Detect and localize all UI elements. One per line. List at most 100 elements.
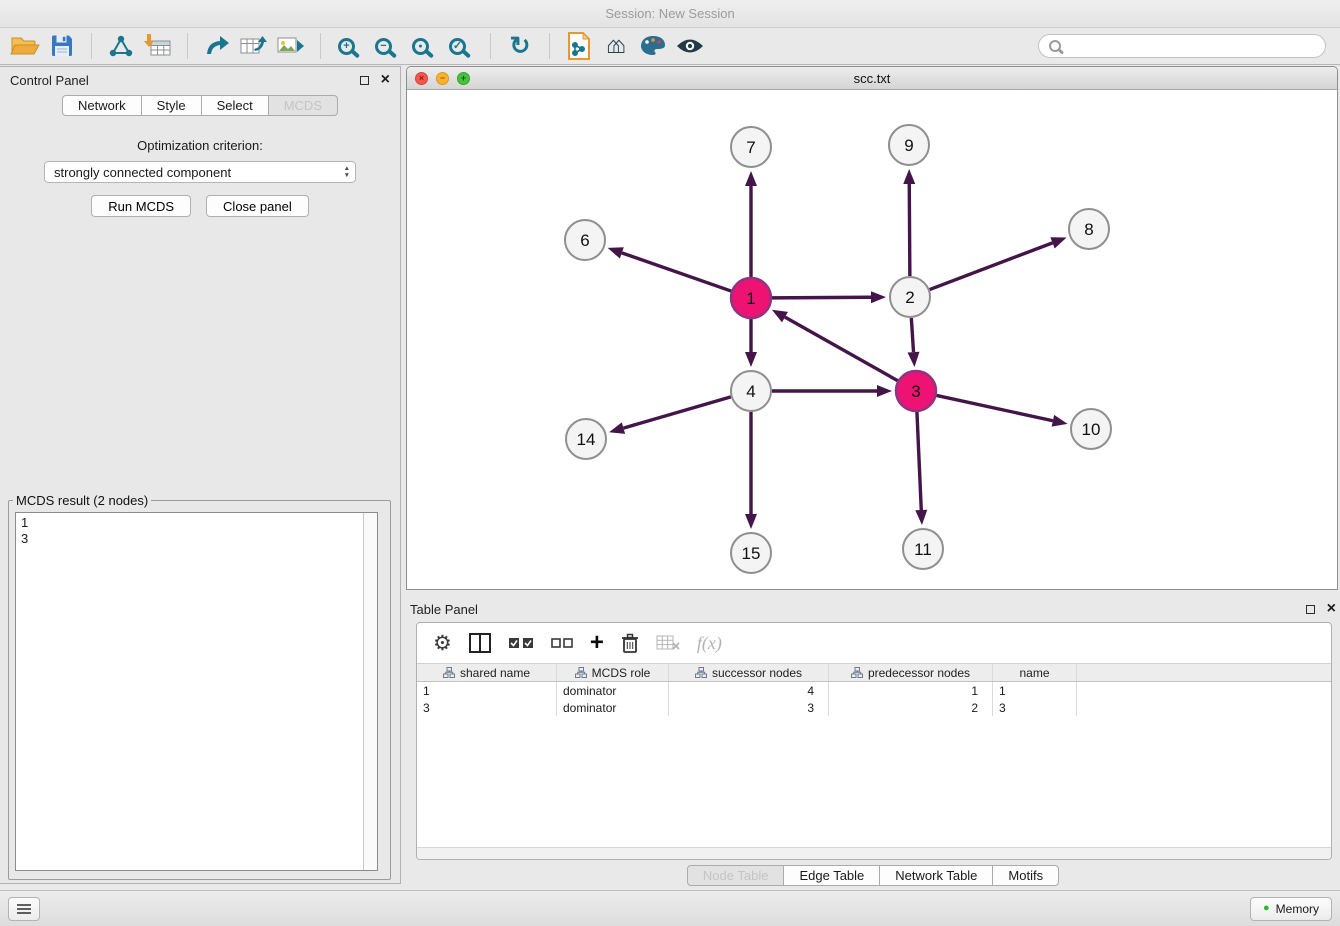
graph-edge-2-8[interactable] (930, 243, 1053, 290)
select-all-columns-button[interactable] (508, 636, 534, 650)
graph-edge-2-3[interactable] (911, 318, 913, 352)
window-titlebar[interactable]: Session: New Session (0, 0, 1340, 28)
style-button[interactable] (638, 31, 668, 61)
destroy-table-button[interactable] (656, 635, 680, 651)
graphics-details-button[interactable] (675, 31, 705, 61)
function-builder-button[interactable]: f(x) (697, 633, 722, 654)
graph-edge-3-10[interactable] (937, 395, 1053, 420)
zoom-fit-button[interactable]: ● (409, 31, 439, 61)
close-table-panel-icon[interactable]: × (1327, 601, 1336, 617)
graph-node-8[interactable]: 8 (1069, 209, 1109, 249)
home-view-button[interactable]: ⌂⌂ (601, 31, 631, 61)
table-horizontal-scrollbar[interactable] (417, 847, 1331, 859)
clone-network-button[interactable] (239, 31, 269, 61)
tab-network-table[interactable]: Network Table (880, 865, 993, 886)
palette-icon (640, 35, 666, 57)
column-header-filler (1077, 664, 1331, 681)
cell-mcds-role[interactable]: dominator (557, 699, 669, 716)
cell-shared-name[interactable]: 1 (417, 682, 557, 699)
close-panel-icon[interactable]: × (381, 72, 390, 88)
zoom-out-button[interactable]: − (372, 31, 402, 61)
cell-successor-nodes[interactable]: 4 (669, 682, 829, 699)
column-header-mcds-role[interactable]: MCDS role (557, 664, 669, 681)
create-column-button[interactable]: + (590, 631, 604, 655)
network-document-button[interactable] (564, 31, 594, 61)
network-canvas-svg[interactable]: 7 9 6 8 1 2 4 3 14 10 15 11 (407, 90, 1337, 589)
float-panel-button[interactable] (360, 76, 369, 85)
graph-edge-3-1[interactable] (785, 317, 898, 381)
tab-network[interactable]: Network (62, 95, 142, 116)
graph-node-10[interactable]: 10 (1071, 409, 1111, 449)
graph-node-4[interactable]: 4 (731, 371, 771, 411)
table-row[interactable]: 1 dominator 4 1 1 (417, 682, 1331, 699)
column-header-successor-nodes[interactable]: successor nodes (669, 664, 829, 681)
graph-node-11[interactable]: 11 (903, 529, 943, 569)
search-box[interactable] (1038, 34, 1326, 58)
graph-edge-3-11[interactable] (917, 412, 921, 510)
tab-select[interactable]: Select (202, 95, 269, 116)
memory-button[interactable]: ● Memory (1250, 897, 1332, 921)
cell-name[interactable]: 1 (993, 682, 1077, 699)
graph-node-15[interactable]: 15 (731, 533, 771, 573)
show-columns-button[interactable] (469, 633, 491, 653)
refresh-layout-button[interactable]: ↻ (505, 31, 535, 61)
graph-node-2[interactable]: 2 (890, 277, 930, 317)
graph-node-3[interactable]: 3 (896, 371, 936, 411)
result-scrollbar[interactable] (363, 513, 377, 870)
zoom-in-button[interactable]: + (335, 31, 365, 61)
cell-successor-nodes[interactable]: 3 (669, 699, 829, 716)
graph-edge-4-14[interactable] (623, 397, 730, 428)
close-panel-button[interactable]: Close panel (206, 195, 309, 217)
deselect-all-columns-button[interactable] (551, 637, 573, 649)
task-history-button[interactable] (8, 897, 40, 921)
maximize-window-button[interactable]: + (457, 72, 470, 85)
column-header-predecessor-nodes[interactable]: predecessor nodes (829, 664, 993, 681)
table-row[interactable]: 3 dominator 3 2 3 (417, 699, 1331, 716)
graph-node-1[interactable]: 1 (731, 278, 771, 318)
tab-edge-table[interactable]: Edge Table (784, 865, 880, 886)
document-network-icon (567, 32, 591, 60)
tab-mcds[interactable]: MCDS (269, 95, 338, 116)
open-session-button[interactable] (10, 31, 40, 61)
new-network-button[interactable] (202, 31, 232, 61)
graph-node-14[interactable]: 14 (566, 419, 606, 459)
cell-shared-name[interactable]: 3 (417, 699, 557, 716)
svg-text:2: 2 (905, 288, 914, 307)
network-canvas[interactable]: 7 9 6 8 1 2 4 3 14 10 15 11 (407, 90, 1337, 589)
run-mcds-button[interactable]: Run MCDS (91, 195, 191, 217)
save-session-button[interactable] (47, 31, 77, 61)
tab-motifs[interactable]: Motifs (993, 865, 1059, 886)
svg-text:15: 15 (742, 544, 761, 563)
export-image-button[interactable] (276, 31, 306, 61)
graph-edge-1-6[interactable] (622, 253, 731, 291)
graph-node-9[interactable]: 9 (889, 125, 929, 165)
search-input[interactable] (1068, 39, 1315, 54)
network-window-titlebar[interactable]: × − + scc.txt (407, 67, 1337, 90)
minimize-window-button[interactable]: − (436, 72, 449, 85)
graph-edge-arrowhead (915, 510, 927, 525)
delete-column-button[interactable] (621, 633, 639, 654)
graph-edge-1-2[interactable] (772, 297, 871, 298)
toolbar-separator (549, 33, 550, 59)
float-table-panel-button[interactable] (1306, 605, 1315, 614)
graph-node-6[interactable]: 6 (565, 220, 605, 260)
graph-edge-2-9[interactable] (909, 184, 910, 276)
tab-node-table[interactable]: Node Table (687, 865, 785, 886)
table-settings-button[interactable]: ⚙ (433, 633, 452, 654)
graph-node-7[interactable]: 7 (731, 127, 771, 167)
close-window-button[interactable]: × (415, 72, 428, 85)
cell-mcds-role[interactable]: dominator (557, 682, 669, 699)
cell-predecessor-nodes[interactable]: 1 (829, 682, 993, 699)
import-network-button[interactable] (106, 31, 136, 61)
table-toolbar: ⚙ + (417, 623, 1331, 663)
criterion-dropdown[interactable]: strongly connected component ▲▼ (44, 161, 356, 183)
cell-name[interactable]: 3 (993, 699, 1077, 716)
column-header-shared-name[interactable]: shared name (417, 664, 557, 681)
table-panel-tabs: Node Table Edge Table Network Table Moti… (406, 865, 1340, 886)
zoom-selected-button[interactable]: ✓ (446, 31, 476, 61)
column-header-name[interactable]: name (993, 664, 1077, 681)
mcds-result-title: MCDS result (2 nodes) (13, 493, 151, 508)
import-table-button[interactable] (143, 31, 173, 61)
tab-style[interactable]: Style (142, 95, 202, 116)
cell-predecessor-nodes[interactable]: 2 (829, 699, 993, 716)
